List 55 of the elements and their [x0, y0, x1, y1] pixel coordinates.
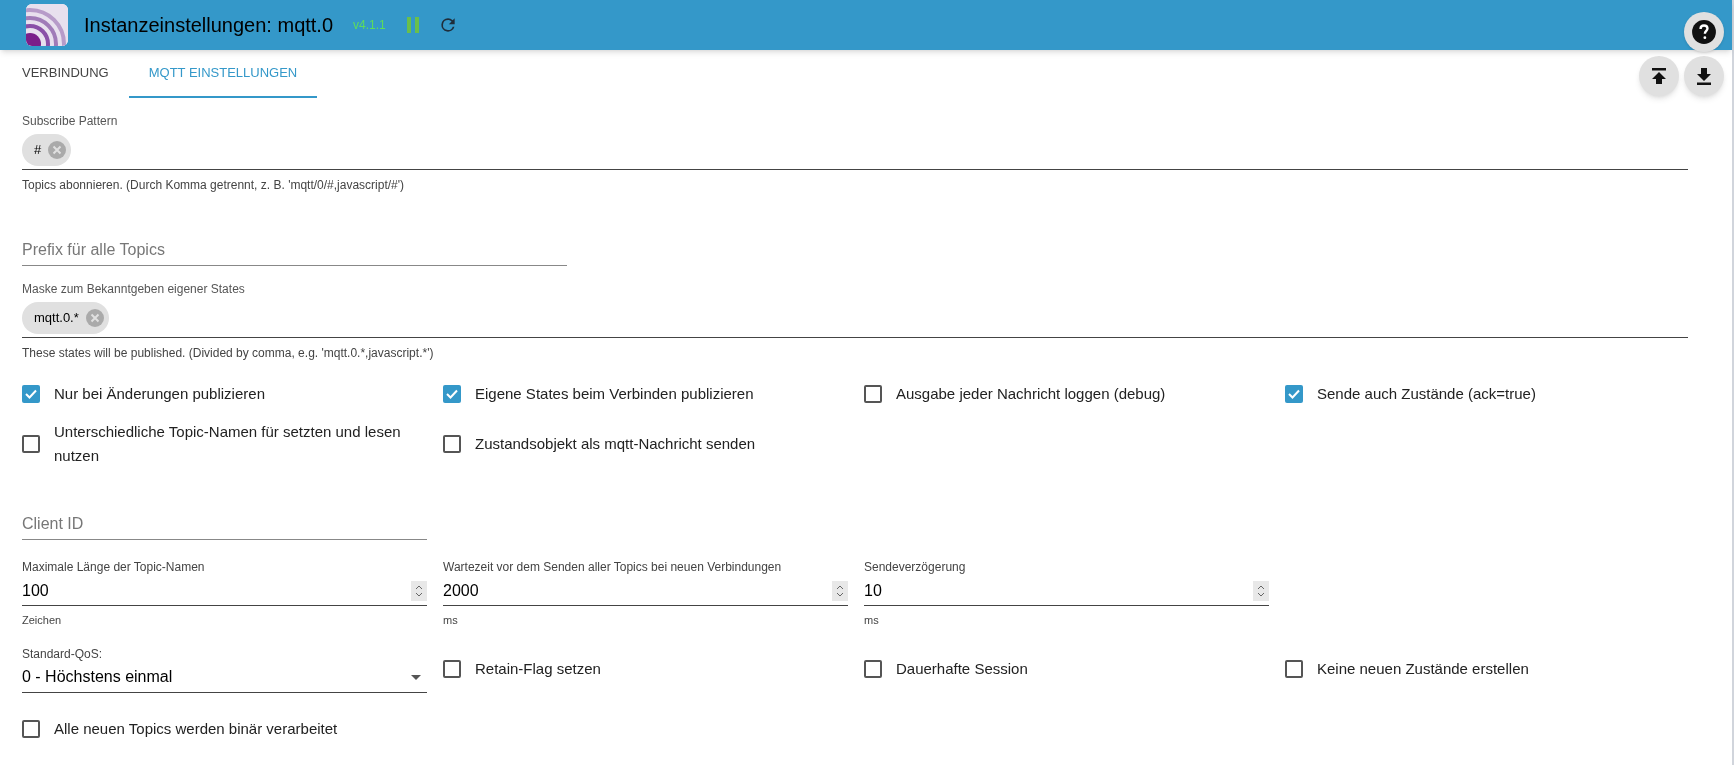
checkbox[interactable]	[22, 385, 40, 403]
checkbox[interactable]	[1285, 659, 1303, 678]
chip-input-field[interactable]: mqtt.0.*	[22, 298, 1688, 338]
chip: #	[22, 133, 72, 166]
checkbox[interactable]	[22, 719, 40, 738]
text-field[interactable]: Client ID	[22, 508, 427, 540]
checkbox[interactable]	[864, 385, 882, 403]
window-title: Instanzeinstellungen: mqtt.0	[84, 13, 334, 38]
helper-text: Topics abonnieren. (Durch Komma getrennt, z. B. 'mqtt/0/#,javascript/#')	[22, 177, 405, 194]
number-field[interactable]: 100	[22, 576, 427, 606]
text-field[interactable]: Prefix für alle Topics	[22, 234, 567, 266]
select-field[interactable]: 0 - Höchstens einmal	[22, 662, 427, 693]
upload-icon	[1650, 67, 1668, 85]
checkbox-label: Nur bei Änderungen publizieren	[54, 384, 265, 404]
spinner-icon[interactable]	[411, 580, 427, 601]
checkbox-label: Alle neuen Topics werden binär verarbeitet	[54, 718, 338, 739]
checkbox-label: Keine neuen Zustände erstellen	[1317, 658, 1529, 679]
chip-input-field[interactable]: #	[22, 130, 1688, 170]
checkbox[interactable]	[443, 385, 461, 403]
field-label: Subscribe Pattern	[22, 113, 118, 130]
tab[interactable]: VERBINDUNG	[2, 50, 129, 98]
checkbox-label: Sende auch Zustände (ack=true)	[1317, 384, 1536, 404]
checkbox[interactable]	[443, 659, 461, 678]
app-logo-icon	[26, 4, 68, 46]
spinner-icon[interactable]	[832, 580, 848, 601]
checkbox-label: Zustandsobjekt als mqtt-Nachricht senden	[475, 434, 756, 454]
checkbox-label: Ausgabe jeder Nachricht loggen (debug)	[896, 384, 1166, 404]
version-label: v4.1.1	[353, 17, 386, 34]
helper-text: These states will be published. (Divided by comma, e.g. 'mqtt.0.*,javascript.*')	[22, 345, 434, 362]
chip: mqtt.0.*	[22, 301, 109, 334]
checkbox[interactable]	[1285, 385, 1303, 403]
help-button[interactable]	[1684, 12, 1724, 52]
checkbox-label: Retain-Flag setzen	[475, 658, 601, 679]
upload-button[interactable]	[1639, 56, 1679, 96]
helper-text: ms	[864, 613, 879, 628]
checkbox-label: Unterschiedliche Topic-Namen für setzten und lesen nutzen	[54, 422, 402, 466]
helper-text: Zeichen	[22, 613, 62, 628]
checkbox[interactable]	[443, 435, 461, 453]
download-icon	[1695, 67, 1713, 85]
field-label: Maske zum Bekanntgeben eigener States	[22, 281, 245, 298]
help-icon	[1691, 19, 1717, 45]
dropdown-arrow-icon	[411, 674, 421, 680]
number-field[interactable]: 2000	[443, 576, 848, 606]
field-label: Maximale Länge der Topic-Namen	[22, 559, 205, 576]
checkbox[interactable]	[864, 659, 882, 678]
field-label: Wartezeit vor dem Senden aller Topics bei neuen Verbindungen	[443, 559, 782, 576]
checkbox-label: Dauerhafte Session	[896, 658, 1028, 679]
checkbox[interactable]	[22, 435, 40, 453]
checkbox-label: Eigene States beim Verbinden publizieren	[475, 384, 754, 404]
download-button[interactable]	[1684, 56, 1724, 96]
helper-text: ms	[443, 613, 458, 628]
field-label: Standard-QoS:	[22, 645, 103, 663]
number-field[interactable]: 10	[864, 576, 1269, 606]
spinner-icon[interactable]	[1253, 580, 1269, 601]
field-label: Sendeverzögerung	[864, 559, 966, 576]
